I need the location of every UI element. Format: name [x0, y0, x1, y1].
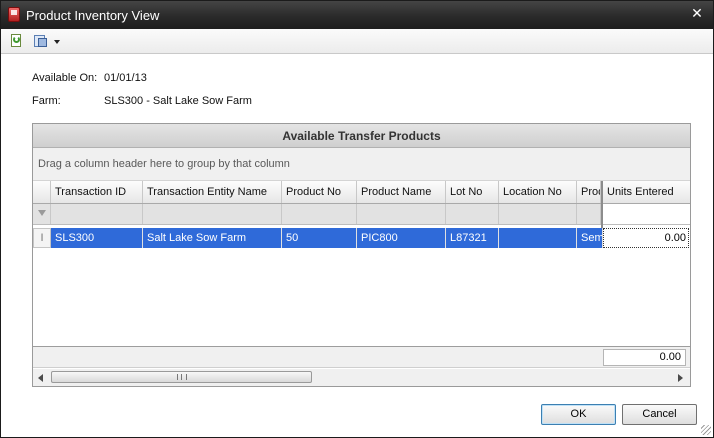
scroll-left-icon[interactable]	[38, 374, 43, 382]
header-units-entered[interactable]: Units Entered	[603, 181, 690, 203]
cell-prod[interactable]: Sem	[577, 228, 603, 248]
cell-transaction-id[interactable]: SLS300	[51, 228, 143, 248]
units-entered-total: 0.00	[603, 349, 686, 366]
transfer-products-grid: Available Transfer Products Drag a colum…	[32, 123, 691, 387]
filter-icon	[38, 210, 46, 216]
title-bar[interactable]: Product Inventory View ✕	[1, 1, 713, 29]
dropdown-arrow-icon[interactable]	[54, 40, 60, 44]
filter-location-no[interactable]	[499, 204, 577, 224]
header-product-no[interactable]: Product No	[282, 181, 357, 203]
summary-row: 0.00	[33, 346, 690, 368]
cell-lot-no[interactable]: L87321	[446, 228, 499, 248]
scrollbar-thumb[interactable]	[51, 371, 312, 383]
filter-row	[33, 204, 690, 225]
filter-lot-no[interactable]	[446, 204, 499, 224]
available-on-label: Available On:	[32, 72, 98, 84]
cell-location-no[interactable]	[499, 228, 577, 248]
cancel-button[interactable]: Cancel	[622, 404, 697, 425]
farm-value: SLS300 - Salt Lake Sow Farm	[104, 95, 252, 107]
header-transaction-id[interactable]: Transaction ID	[51, 181, 143, 203]
header-lot-no[interactable]: Lot No	[446, 181, 499, 203]
header-location-no[interactable]: Location No	[499, 181, 577, 203]
cell-product-no[interactable]: 50	[282, 228, 357, 248]
filter-product-no[interactable]	[282, 204, 357, 224]
frozen-column-separator	[601, 181, 603, 228]
filter-transaction-id[interactable]	[51, 204, 143, 224]
window-title: Product Inventory View	[26, 8, 160, 23]
grip-icon	[177, 374, 187, 380]
row-indicator-header	[33, 181, 51, 203]
cell-product-name[interactable]: PIC800	[357, 228, 446, 248]
resize-grip-icon[interactable]	[701, 425, 711, 435]
group-by-panel[interactable]: Drag a column header here to group by th…	[33, 148, 690, 181]
toolbar	[1, 29, 713, 54]
header-transaction-entity-name[interactable]: Transaction Entity Name	[143, 181, 282, 203]
app-icon	[8, 7, 20, 22]
product-inventory-window: Product Inventory View ✕ Available On: 0…	[0, 0, 714, 438]
table-row[interactable]: I SLS300 Salt Lake Sow Farm 50 PIC800 L8…	[33, 228, 690, 248]
header-product-name[interactable]: Product Name	[357, 181, 446, 203]
row-indicator[interactable]: I	[33, 228, 51, 248]
close-icon[interactable]: ✕	[690, 6, 704, 22]
cell-transaction-entity-name[interactable]: Salt Lake Sow Farm	[143, 228, 282, 248]
filter-product-name[interactable]	[357, 204, 446, 224]
units-entered-input[interactable]: 0.00	[603, 228, 689, 248]
header-prod[interactable]: Prod	[577, 181, 601, 203]
scroll-right-icon[interactable]	[678, 374, 683, 382]
filter-units-entered[interactable]	[603, 204, 690, 224]
export-icon[interactable]	[32, 33, 62, 50]
filter-prod[interactable]	[577, 204, 601, 224]
horizontal-scrollbar[interactable]	[33, 369, 690, 386]
grid-caption: Available Transfer Products	[33, 124, 690, 148]
available-on-value: 01/01/13	[104, 72, 147, 84]
column-header-row: Transaction ID Transaction Entity Name P…	[33, 181, 690, 204]
ok-button[interactable]: OK	[541, 404, 616, 425]
filter-transaction-entity-name[interactable]	[143, 204, 282, 224]
refresh-icon[interactable]	[8, 33, 24, 50]
filter-indicator	[33, 204, 51, 224]
farm-label: Farm:	[32, 95, 61, 107]
